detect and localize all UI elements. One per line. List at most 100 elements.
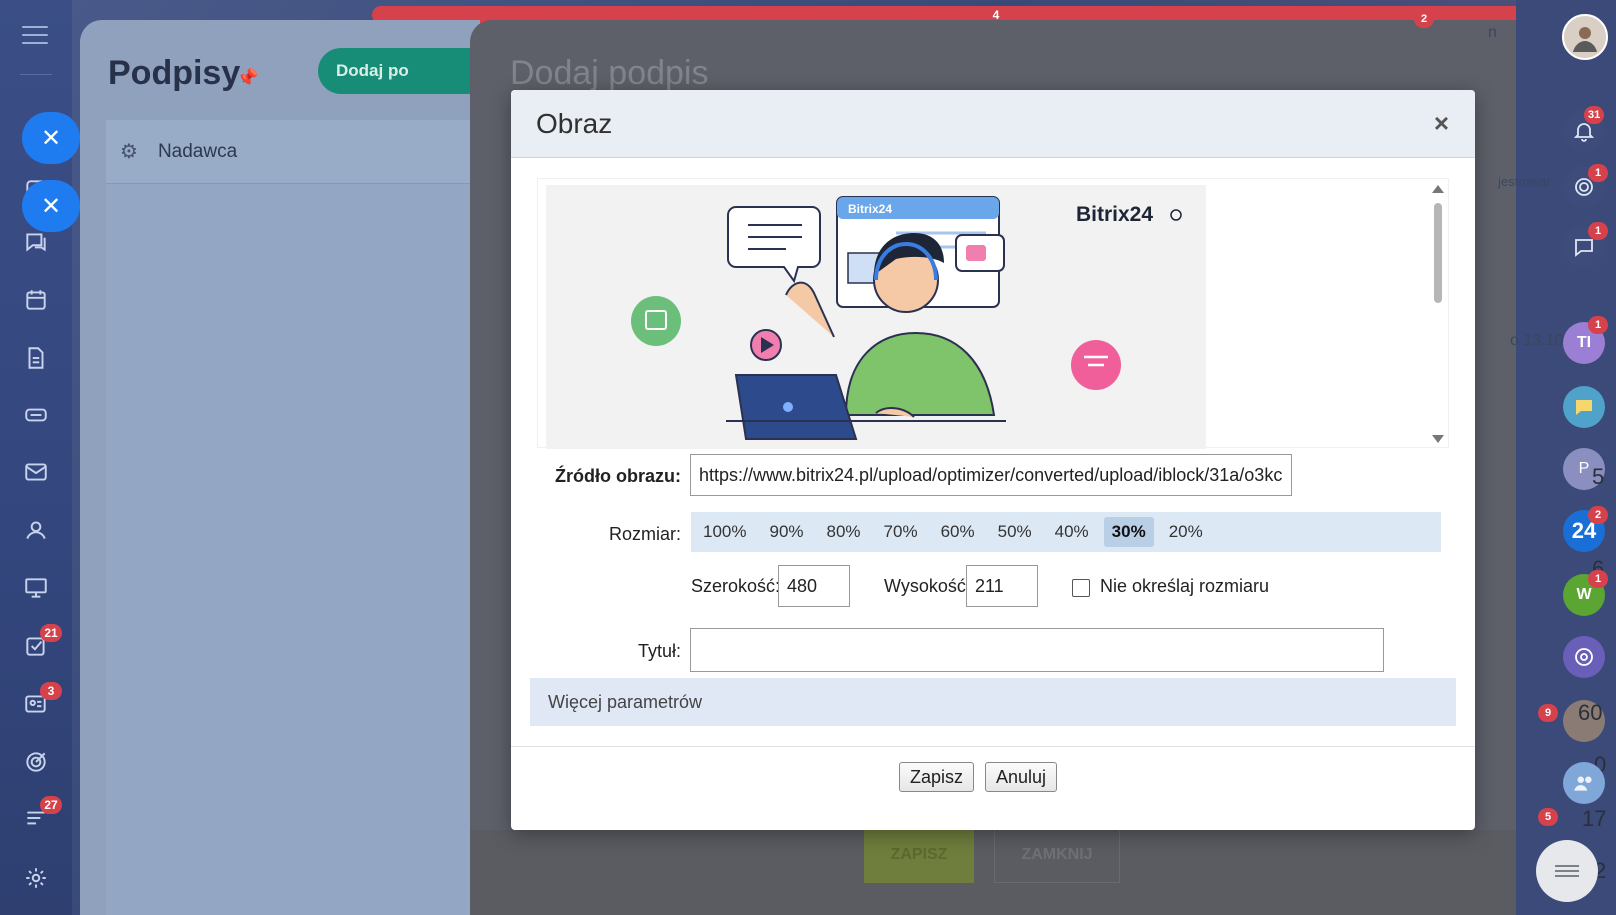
side-number: 5 xyxy=(1592,464,1605,489)
scroll-up-arrow-icon[interactable] xyxy=(1432,185,1444,193)
image-source-input[interactable]: https://www.bitrix24.pl/upload/optimizer… xyxy=(690,454,1292,496)
dialog-footer-divider xyxy=(511,746,1475,747)
document-icon xyxy=(28,347,44,369)
gear-icon xyxy=(26,868,46,888)
side-number: 17 xyxy=(1582,806,1607,831)
top-badge-right: 2 xyxy=(1414,10,1434,28)
chat-icon xyxy=(1576,400,1592,415)
dialog-header: Obraz × xyxy=(511,90,1475,158)
sidebar-item-tasks[interactable]: 21 xyxy=(14,624,62,668)
sidebar-divider xyxy=(20,74,52,75)
user-avatar[interactable] xyxy=(1562,14,1608,60)
contacts-icon xyxy=(26,521,46,539)
chat-avatar[interactable] xyxy=(1563,386,1605,428)
editor-footer xyxy=(470,830,1516,915)
side-number: 60 xyxy=(1578,700,1603,725)
presentation-icon xyxy=(25,578,47,598)
dialog-cancel-button[interactable]: Anuluj xyxy=(985,762,1058,792)
source-label: Źródło obrazu: xyxy=(555,466,681,486)
gear-icon[interactable]: ⚙ xyxy=(120,139,138,164)
size-option-30-selected[interactable]: 30% xyxy=(1103,517,1154,547)
background-text: jestrowar xyxy=(1498,174,1551,189)
drive-icon xyxy=(25,408,47,422)
image-dialog: Obraz × Bitrix24 Bitrix24 Źródło obrazu:… xyxy=(511,90,1475,830)
sidebar-item-calendar[interactable] xyxy=(14,278,58,322)
size-option-20[interactable]: 20% xyxy=(1161,517,1211,547)
title-input[interactable] xyxy=(690,628,1384,672)
calendar-icon xyxy=(26,290,46,310)
size-option-60[interactable]: 60% xyxy=(933,517,983,547)
sidebar-item-settings[interactable] xyxy=(14,856,58,900)
size-option-80[interactable]: 80% xyxy=(819,517,869,547)
height-label: Wysokość: xyxy=(884,576,971,596)
pin-icon[interactable]: 📌 xyxy=(236,68,258,89)
preview-illustration: Bitrix24 Bitrix24 xyxy=(546,185,1206,449)
window-brand-label: Bitrix24 xyxy=(848,202,892,216)
editor-close-button[interactable]: ZAMKNIJ xyxy=(994,827,1120,883)
preview-scrollbar[interactable] xyxy=(1428,179,1448,449)
notifications-badge: 31 xyxy=(1584,106,1605,124)
dialog-close-button[interactable]: × xyxy=(1434,108,1449,139)
size-option-90[interactable]: 90% xyxy=(761,517,811,547)
people-icon xyxy=(1574,776,1592,791)
illustration-image: Bitrix24 Bitrix24 xyxy=(546,185,1206,449)
chat-icon xyxy=(26,233,46,252)
editor-title: Dodaj podpis xyxy=(510,54,709,92)
group-badge: 9 xyxy=(1538,704,1558,722)
tasks-badge: 21 xyxy=(40,624,62,642)
width-label: Szerokość: xyxy=(691,576,781,596)
target-icon xyxy=(1575,648,1593,666)
sidebar-item-docs[interactable] xyxy=(14,336,58,380)
avatar-w-badge: 1 xyxy=(1588,570,1608,588)
page-title: Podpisy xyxy=(108,54,241,92)
dialog-title: Obraz xyxy=(536,108,613,139)
no-size-label: Nie określaj rozmiaru xyxy=(1100,576,1270,596)
sidebar-item-contacts[interactable] xyxy=(14,508,58,552)
scroll-down-arrow-icon[interactable] xyxy=(1432,435,1444,443)
sender-label: Nadawca xyxy=(157,140,238,162)
background-time: o 13:10 xyxy=(1510,332,1564,349)
bitrix24-badge: 2 xyxy=(1588,506,1608,524)
support-badge: 1 xyxy=(1588,222,1608,240)
more-parameters-toggle[interactable]: Więcej parametrów xyxy=(530,678,1456,726)
close-slider-button-2[interactable]: ✕ xyxy=(22,180,80,232)
height-input[interactable]: 211 xyxy=(966,565,1038,607)
sidebar-item-crm[interactable]: 3 xyxy=(14,682,62,726)
sidebar-item-presentation[interactable] xyxy=(14,566,58,610)
sidebar-item-goals[interactable] xyxy=(14,740,58,784)
signatures-list xyxy=(106,120,480,915)
sender-column-header[interactable]: ⚙ Nadawca xyxy=(106,120,480,184)
size-label: Rozmiar: xyxy=(608,524,681,544)
no-size-checkbox[interactable] xyxy=(1072,579,1090,597)
menu-icon[interactable] xyxy=(22,26,48,46)
image-preview: Bitrix24 Bitrix24 xyxy=(537,178,1449,449)
size-option-100[interactable]: 100% xyxy=(695,517,754,547)
avatar-icon xyxy=(1573,27,1597,52)
close-icon: ✕ xyxy=(40,124,62,152)
scroll-thumb[interactable] xyxy=(1434,203,1442,303)
add-signature-button[interactable]: Dodaj po xyxy=(318,48,478,94)
chat-widget-button[interactable] xyxy=(1536,840,1598,902)
sidebar-item-workflow[interactable]: 27 xyxy=(14,796,62,840)
mail-icon xyxy=(25,463,47,481)
size-option-40[interactable]: 40% xyxy=(1047,517,1097,547)
size-option-70[interactable]: 70% xyxy=(876,517,926,547)
signatures-panel: Podpisy 📌 Dodaj po ⚙ Nadawca ✕ xyxy=(80,20,548,915)
sidebar-item-mail[interactable] xyxy=(14,450,58,494)
width-input[interactable]: 480 xyxy=(778,565,850,607)
group-avatar[interactable] xyxy=(1563,636,1605,678)
workflow-badge: 27 xyxy=(40,796,62,814)
background-text: n xyxy=(1488,24,1497,41)
team-badge: 5 xyxy=(1538,808,1558,826)
avatar-ti-badge: 1 xyxy=(1588,316,1608,334)
editor-save-button[interactable]: ZAPISZ xyxy=(864,827,974,883)
target-icon xyxy=(26,752,46,772)
crm-badge: 3 xyxy=(40,682,62,700)
close-slider-button-1[interactable]: ✕ xyxy=(22,112,80,164)
team-avatar[interactable] xyxy=(1563,762,1605,804)
list-icon xyxy=(1555,862,1579,880)
dialog-save-button[interactable]: Zapisz xyxy=(899,762,975,792)
title-label: Tytuł: xyxy=(637,641,681,661)
sidebar-item-drive[interactable] xyxy=(14,393,58,437)
size-option-50[interactable]: 50% xyxy=(990,517,1040,547)
